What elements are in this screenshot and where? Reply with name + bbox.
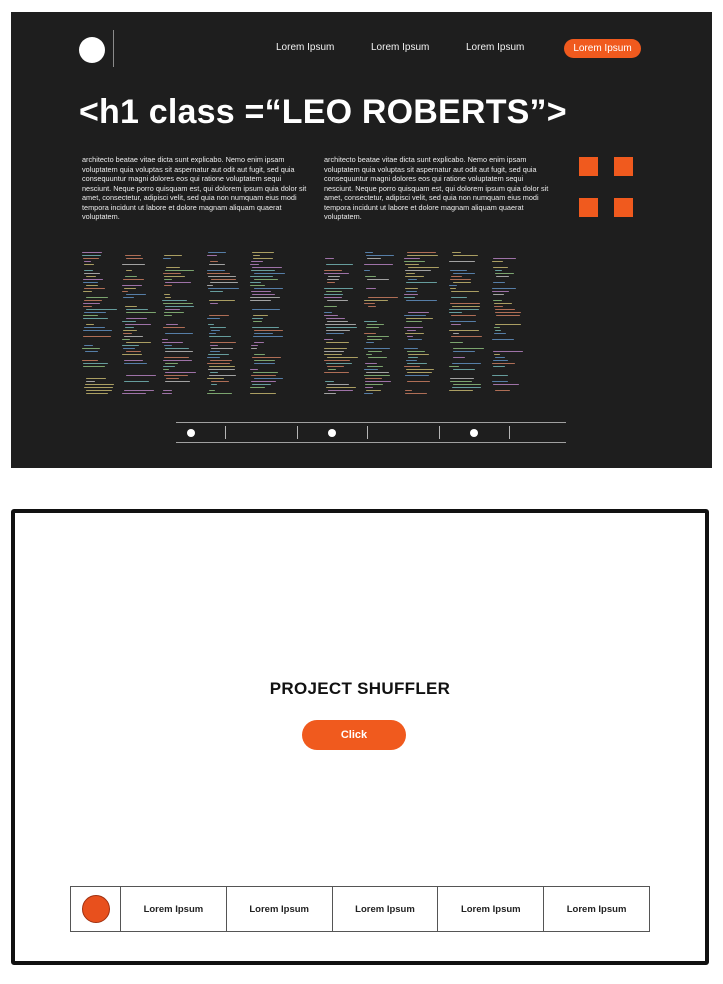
accent-square-top-left <box>579 157 598 176</box>
bottom-nav-bar: Lorem Ipsum Lorem Ipsum Lorem Ipsum Lore… <box>70 886 650 932</box>
code-column <box>82 252 117 397</box>
slider-track-top <box>176 422 566 423</box>
nav-link-1[interactable]: Lorem Ipsum <box>276 42 334 53</box>
bottom-nav-item-5[interactable]: Lorem Ipsum <box>544 887 649 931</box>
slider-track-bottom <box>176 442 566 443</box>
click-button[interactable]: Click <box>302 720 406 750</box>
slider-tick <box>439 426 440 439</box>
nav-avatar-cell <box>71 887 121 931</box>
header-divider <box>113 30 114 67</box>
code-column <box>250 252 285 397</box>
bottom-nav-item-3[interactable]: Lorem Ipsum <box>333 887 439 931</box>
accent-square-bottom-right <box>614 198 633 217</box>
portfolio-hero-section: Lorem Ipsum Lorem Ipsum Lorem Ipsum Lore… <box>11 12 712 468</box>
slider-tick <box>367 426 368 439</box>
avatar[interactable] <box>81 895 110 923</box>
bottom-nav-item-1[interactable]: Lorem Ipsum <box>121 887 227 931</box>
hero-paragraph-left: architecto beatae vitae dicta sunt expli… <box>82 155 307 221</box>
code-column <box>122 252 156 397</box>
slider-tick <box>225 426 226 439</box>
slider-dot-1[interactable] <box>187 429 195 437</box>
code-column <box>404 252 439 397</box>
code-column <box>162 252 196 397</box>
bottom-nav-item-2[interactable]: Lorem Ipsum <box>227 887 333 931</box>
code-screenshot-right <box>324 252 529 397</box>
slider-dot-2[interactable] <box>328 429 336 437</box>
slider-dot-3[interactable] <box>470 429 478 437</box>
slider-tick <box>297 426 298 439</box>
project-title: PROJECT SHUFFLER <box>269 679 451 698</box>
code-column <box>324 252 358 397</box>
code-column <box>492 252 526 397</box>
hero-paragraph-right: architecto beatae vitae dicta sunt expli… <box>324 155 549 221</box>
hero-title: <h1 class =“LEO ROBERTS”> <box>79 93 567 131</box>
code-column <box>364 252 398 397</box>
code-screenshot-left <box>82 252 287 397</box>
code-column <box>449 252 484 397</box>
bottom-nav-item-4[interactable]: Lorem Ipsum <box>438 887 545 931</box>
slider-tick <box>509 426 510 439</box>
project-shuffler-wireframe: PROJECT SHUFFLER Click Lorem Ipsum Lorem… <box>11 509 709 965</box>
accent-square-bottom-left <box>579 198 598 217</box>
code-column <box>207 252 241 397</box>
nav-cta-button[interactable]: Lorem Ipsum <box>564 39 641 58</box>
logo-circle[interactable] <box>79 37 105 63</box>
nav-link-2[interactable]: Lorem Ipsum <box>371 42 429 53</box>
accent-square-top-right <box>614 157 633 176</box>
nav-link-3[interactable]: Lorem Ipsum <box>466 42 524 53</box>
